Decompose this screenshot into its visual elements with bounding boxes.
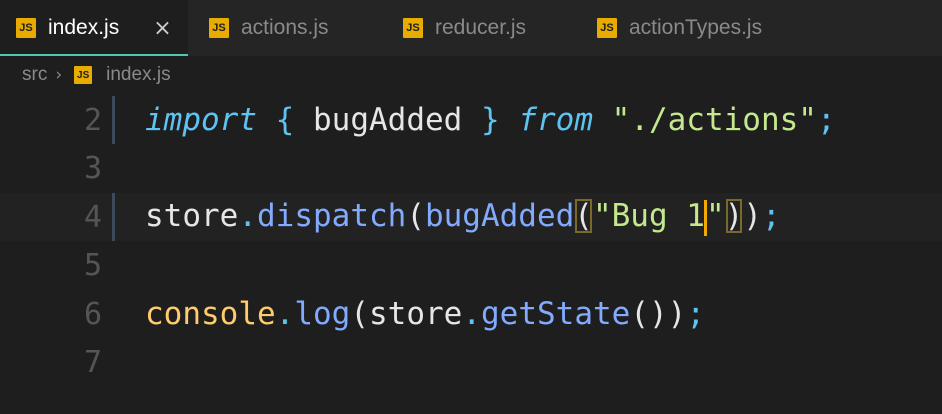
tab-actiontypes-js[interactable]: JS actionTypes.js (597, 0, 762, 56)
code-line: 6 console.log(store.getState()); (0, 290, 942, 338)
string-literal: "Bug 1 (592, 198, 705, 235)
tab-label: actions.js (241, 16, 329, 39)
line-number: 4 (83, 199, 102, 235)
tab-label: index.js (48, 16, 120, 39)
code-line: 7 (0, 338, 942, 386)
code-text: store.dispatch(bugAdded("Bug 1")); (145, 198, 781, 236)
js-file-icon: JS (74, 66, 93, 84)
string-quote: " (705, 198, 725, 235)
breadcrumb: src › JS index.js (0, 56, 942, 94)
keyword-from: from (518, 102, 593, 138)
tab-index-js[interactable]: JS index.js × (0, 0, 188, 56)
line-number: 6 (83, 296, 102, 332)
tab-bar: JS index.js × JS actions.js JS reducer.j… (0, 0, 942, 56)
identifier: store (369, 296, 463, 332)
tab-label: actionTypes.js (629, 16, 763, 39)
close-icon[interactable]: × (153, 16, 171, 41)
function-name: bugAdded (424, 198, 575, 235)
paren: ( (350, 296, 369, 332)
paren: () (630, 296, 668, 332)
chevron-right-icon: › (55, 65, 63, 85)
code-editor[interactable]: 2 import { bugAdded } from "./actions"; … (0, 94, 942, 414)
semicolon: ; (761, 198, 781, 235)
line-number: 5 (83, 247, 102, 283)
breadcrumb-folder[interactable]: src (22, 64, 47, 86)
code-line: 3 (0, 144, 942, 192)
paren: ) (667, 296, 687, 332)
method-name: getState (481, 296, 631, 332)
identifier-console: console (145, 296, 276, 332)
tab-label: reducer.js (435, 16, 527, 39)
code-line: 5 (0, 241, 942, 289)
method-name: log (294, 296, 351, 332)
code-text: import { bugAdded } from "./actions"; (145, 102, 836, 138)
brace-close: } (480, 102, 500, 138)
code-line: 2 import { bugAdded } from "./actions"; (0, 96, 942, 144)
indent-guide (112, 193, 115, 241)
string-literal: "./actions" (611, 102, 817, 138)
line-number: 3 (83, 150, 102, 186)
breadcrumb-file[interactable]: index.js (106, 64, 170, 86)
dot: . (275, 296, 295, 332)
identifier: bugAdded (313, 102, 463, 138)
dot: . (238, 198, 257, 235)
paren: ) (743, 198, 762, 235)
indent-guide (112, 96, 115, 144)
code-text: console.log(store.getState()); (145, 296, 705, 332)
code-line-current: 4 store.dispatch(bugAdded("Bug 1")); (0, 193, 942, 241)
js-file-icon: JS (403, 18, 423, 38)
js-file-icon: JS (209, 18, 229, 38)
paren: ( (406, 198, 425, 235)
tab-actions-js[interactable]: JS actions.js (209, 0, 329, 56)
js-file-icon: JS (16, 18, 36, 38)
brace-open: { (275, 102, 295, 138)
line-number: 7 (83, 344, 102, 380)
semicolon: ; (686, 296, 705, 332)
identifier: store (145, 198, 239, 235)
dot: . (462, 296, 481, 332)
semicolon: ; (816, 102, 836, 138)
paren-match-highlight: ) (724, 198, 744, 235)
keyword-import: import (145, 102, 257, 138)
method-name: dispatch (257, 198, 407, 235)
js-file-icon: JS (597, 18, 617, 38)
line-number: 2 (83, 102, 102, 138)
tab-reducer-js[interactable]: JS reducer.js (403, 0, 526, 56)
paren-match-highlight: ( (574, 198, 593, 235)
